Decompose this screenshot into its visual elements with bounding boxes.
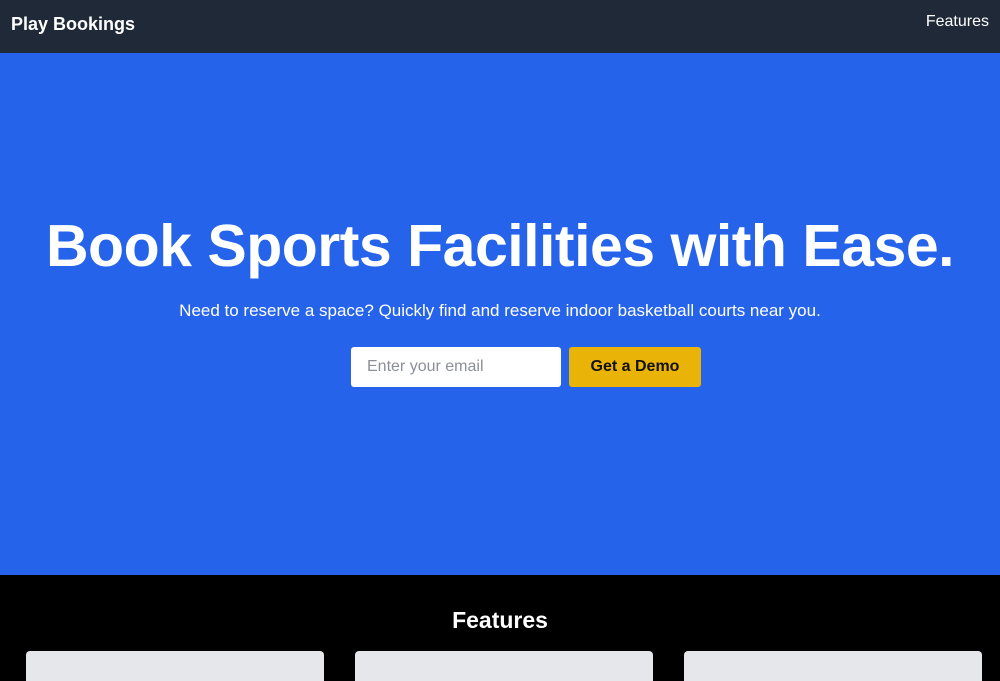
top-navigation-bar: Play Bookings Features (0, 0, 1000, 53)
get-a-demo-button[interactable]: Get a Demo (569, 347, 701, 387)
features-heading: Features (452, 607, 548, 633)
hero-title: Book Sports Facilities with Ease. (45, 213, 955, 279)
feature-card (26, 651, 324, 681)
brand-logo-text[interactable]: Play Bookings (11, 13, 135, 35)
hero-section: Book Sports Facilities with Ease. Need t… (0, 53, 1000, 575)
nav-link-features[interactable]: Features (926, 12, 989, 32)
email-input[interactable] (351, 347, 561, 387)
feature-card (355, 651, 653, 681)
hero-subtitle: Need to reserve a space? Quickly find an… (179, 301, 821, 320)
feature-card (684, 651, 982, 681)
features-section: Features (0, 575, 1000, 681)
